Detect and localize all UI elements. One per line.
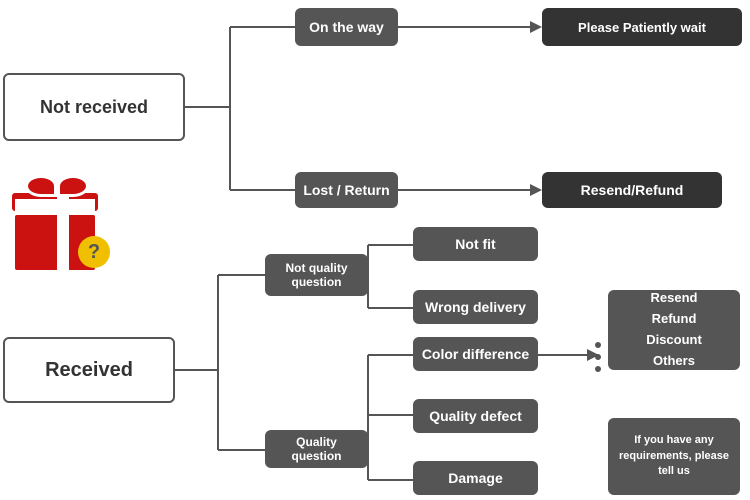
quality-defect-box: Quality defect [413,399,538,433]
damage-box: Damage [413,461,538,495]
please-wait-box: Please Patiently wait [542,8,742,46]
received-box: Received [3,337,175,403]
color-diff-box: Color difference [413,337,538,371]
resend-result-label: Resend Refund Discount Others [646,288,702,371]
gift-icon: ? [10,175,110,270]
diagram: Not received On the way Please Patiently… [0,0,750,500]
resend-refund-top-box: Resend/Refund [542,172,722,208]
requirements-label: If you have any requirements, please tel… [616,433,732,479]
on-the-way-box: On the way [295,8,398,46]
lost-return-box: Lost / Return [295,172,398,208]
resend-result-box: Resend Refund Discount Others [608,290,740,370]
question-icon: ? [78,236,110,268]
requirements-box: If you have any requirements, please tel… [608,418,740,495]
not-fit-box: Not fit [413,227,538,261]
quality-question-box: Quality question [265,430,368,468]
not-received-box: Not received [3,73,185,141]
not-quality-box: Not quality question [265,254,368,296]
wrong-delivery-box: Wrong delivery [413,290,538,324]
